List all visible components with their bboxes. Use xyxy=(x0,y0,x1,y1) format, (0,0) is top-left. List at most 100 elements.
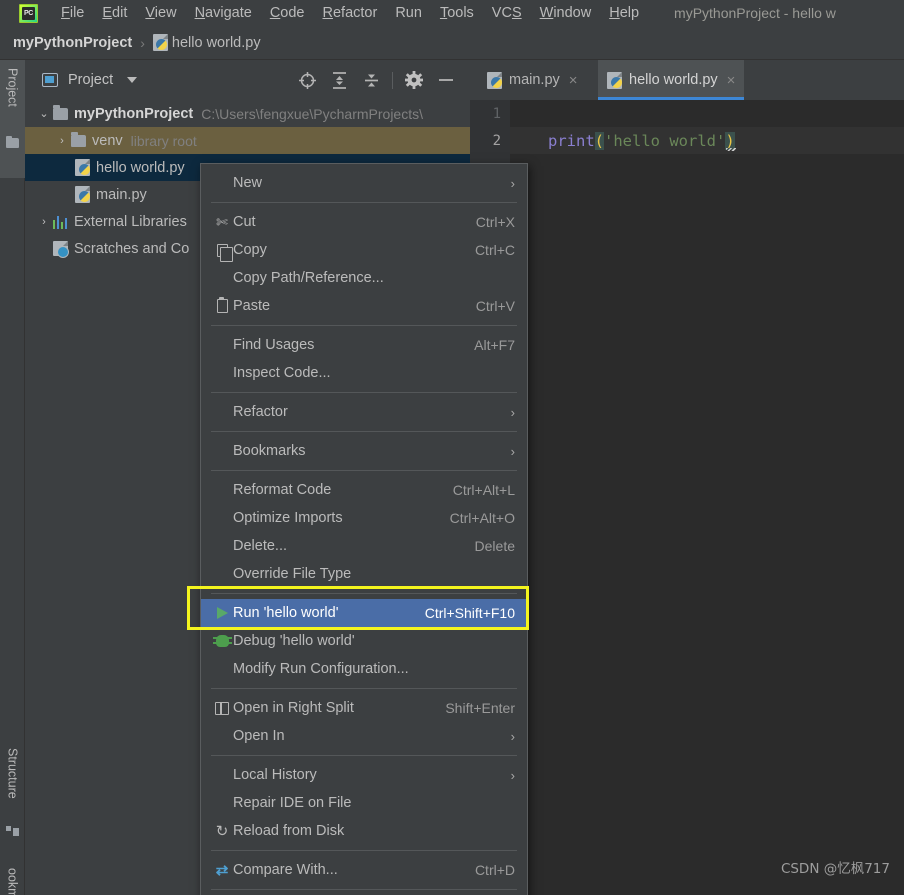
menu-item-run-hello-world[interactable]: Run 'hello world' Ctrl+Shift+F10 xyxy=(201,599,527,627)
breadcrumb-file[interactable]: hello world.py xyxy=(172,35,261,51)
menu-item-cut[interactable]: ✄ Cut Ctrl+X xyxy=(201,208,527,236)
hide-icon[interactable] xyxy=(430,66,462,94)
project-panel-title: Project xyxy=(68,72,114,88)
tool-tab-structure[interactable]: Structure xyxy=(0,740,25,826)
menu-item-local-history[interactable]: Local History › xyxy=(201,761,527,789)
tool-tab-project[interactable]: Project xyxy=(0,60,25,178)
menu-item-refactor[interactable]: Refactor › xyxy=(201,398,527,426)
python-file-icon xyxy=(75,186,90,203)
menu-item-paste[interactable]: Paste Ctrl+V xyxy=(201,292,527,320)
submenu-arrow-icon: › xyxy=(510,404,515,420)
menu-item-copy[interactable]: Copy Ctrl+C xyxy=(201,236,527,264)
menu-help[interactable]: Help xyxy=(600,2,648,24)
code-line-2[interactable]: print('hello world') xyxy=(510,127,904,154)
menu-item-label: Modify Run Configuration... xyxy=(233,661,409,677)
menu-item-debug-hello-world[interactable]: Debug 'hello world' xyxy=(201,627,527,655)
line-number: 2 xyxy=(492,132,501,149)
menu-item-reload-from-disk[interactable]: ↻ Reload from Disk xyxy=(201,817,527,845)
chevron-right-icon[interactable]: › xyxy=(35,216,53,228)
python-file-icon xyxy=(607,71,622,89)
menu-item-compare-with[interactable]: ⇄ Compare With... Ctrl+D xyxy=(201,856,527,884)
chevron-down-icon[interactable] xyxy=(127,77,138,83)
code-token-close-paren: ) xyxy=(725,131,737,151)
editor-tab-label: hello world.py xyxy=(629,72,718,88)
project-panel-toolbar xyxy=(291,60,462,100)
line-number: 1 xyxy=(492,105,501,122)
tree-label: main.py xyxy=(96,186,147,203)
submenu-arrow-icon: › xyxy=(510,443,515,459)
menu-file[interactable]: File xyxy=(52,2,93,24)
menu-item-label: Refactor xyxy=(233,404,288,420)
menu-separator xyxy=(211,470,517,471)
menu-separator xyxy=(211,688,517,689)
tree-label: myPythonProject xyxy=(74,105,194,122)
menu-refactor[interactable]: Refactor xyxy=(314,2,387,24)
menu-item-shortcut: Shift+Enter xyxy=(445,700,515,716)
menu-item-modify-run-configuration[interactable]: Modify Run Configuration... xyxy=(201,655,527,683)
menu-item-open-in-right-split[interactable]: Open in Right Split Shift+Enter xyxy=(201,694,527,722)
breadcrumb-project[interactable]: myPythonProject xyxy=(13,35,132,51)
watermark: CSDN @忆枫717 xyxy=(780,861,890,877)
collapse-all-icon[interactable] xyxy=(355,66,387,94)
code-editor[interactable]: print('hello world') xyxy=(510,100,904,895)
menu-item-copy-path-reference[interactable]: Copy Path/Reference... xyxy=(201,264,527,292)
menu-navigate[interactable]: Navigate xyxy=(186,2,261,24)
menu-separator xyxy=(211,755,517,756)
breadcrumb-separator: › xyxy=(140,34,145,51)
debug-bug-icon xyxy=(211,635,233,647)
menu-edit[interactable]: Edit xyxy=(93,2,136,24)
tree-row-mypythonproject[interactable]: ⌄ myPythonProject C:\Users\fengxue\Pycha… xyxy=(25,100,470,127)
settings-gear-icon[interactable] xyxy=(398,66,430,94)
menu-item-repair-ide-on-file[interactable]: Repair IDE on File xyxy=(201,789,527,817)
tree-hint: library root xyxy=(130,132,197,149)
menu-item-shortcut: Ctrl+Alt+L xyxy=(452,482,515,498)
tool-tab-bookmarks[interactable]: ookmarks xyxy=(0,860,25,895)
menu-item-label: Bookmarks xyxy=(233,443,306,459)
close-icon[interactable]: × xyxy=(727,72,736,89)
editor-tab-label: main.py xyxy=(509,72,560,88)
menu-item-override-file-type[interactable]: Override File Type xyxy=(201,560,527,588)
menu-item-inspect-code[interactable]: Inspect Code... xyxy=(201,359,527,387)
menu-item-shortcut: Delete xyxy=(474,538,515,554)
chevron-right-icon[interactable]: › xyxy=(53,135,71,147)
menu-view[interactable]: View xyxy=(136,2,185,24)
paste-icon xyxy=(211,297,233,313)
menu-item-optimize-imports[interactable]: Optimize Imports Ctrl+Alt+O xyxy=(201,504,527,532)
menu-item-open-in[interactable]: Open In › xyxy=(201,722,527,750)
scratch-icon xyxy=(53,241,69,258)
python-file-icon xyxy=(75,159,90,176)
menu-item-delete[interactable]: Delete... Delete xyxy=(201,532,527,560)
expand-all-icon[interactable] xyxy=(323,66,355,94)
close-icon[interactable]: × xyxy=(569,72,578,89)
toolbar-divider xyxy=(392,71,393,89)
menu-item-reformat-code[interactable]: Reformat Code Ctrl+Alt+L xyxy=(201,476,527,504)
folder-icon xyxy=(71,132,86,147)
reload-icon: ↻ xyxy=(215,822,229,840)
structure-icon xyxy=(6,826,19,837)
tree-row-venv[interactable]: › venv library root xyxy=(25,127,470,154)
menu-item-label: Copy Path/Reference... xyxy=(233,270,384,286)
project-panel-header: Project xyxy=(25,60,470,100)
left-tool-strip: Project Structure ookmarks xyxy=(0,60,25,895)
menu-tools[interactable]: Tools xyxy=(431,2,483,24)
menu-item-shortcut: Ctrl+D xyxy=(474,862,515,878)
menu-window[interactable]: Window xyxy=(531,2,601,24)
chevron-down-icon[interactable]: ⌄ xyxy=(35,107,53,120)
locate-icon[interactable] xyxy=(291,66,323,94)
context-menu: New › ✄ Cut Ctrl+X Copy Ctrl+C Copy Path… xyxy=(200,163,528,895)
submenu-arrow-icon: › xyxy=(510,175,515,191)
menu-item-label: Optimize Imports xyxy=(233,510,343,526)
menu-run[interactable]: Run xyxy=(386,2,431,24)
python-file-icon xyxy=(487,71,502,89)
menu-item-label: Debug 'hello world' xyxy=(233,633,355,649)
menu-item-bookmarks[interactable]: Bookmarks › xyxy=(201,437,527,465)
menu-item-find-usages[interactable]: Find Usages Alt+F7 xyxy=(201,331,527,359)
menu-code[interactable]: Code xyxy=(261,2,314,24)
menu-item-label: Override File Type xyxy=(233,566,352,582)
code-token-open-paren: ( xyxy=(594,131,605,150)
editor-tab-main-py[interactable]: main.py × xyxy=(478,60,587,100)
menu-vcs[interactable]: VCS xyxy=(483,2,531,24)
editor-tab-hello-world-py[interactable]: hello world.py × xyxy=(598,60,745,100)
menu-item-new[interactable]: New › xyxy=(201,169,527,197)
code-token-function: print xyxy=(548,131,595,150)
